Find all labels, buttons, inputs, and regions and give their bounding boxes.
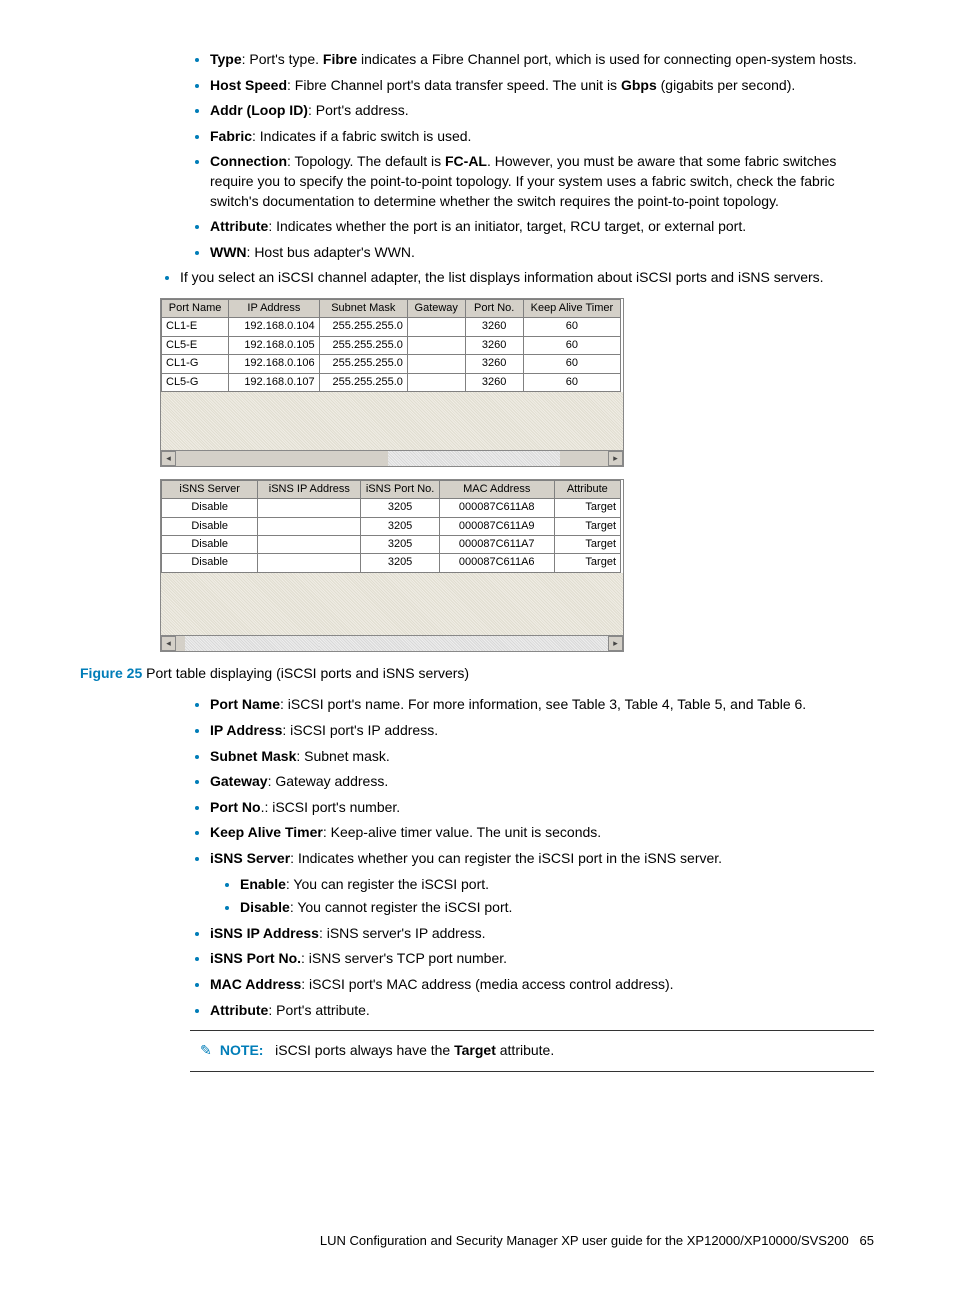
figure-caption: Figure 25 Port table displaying (iSCSI p… — [80, 664, 874, 684]
scroll-right-icon[interactable]: ▸ — [608, 451, 623, 466]
note-rule-top — [190, 1030, 874, 1031]
table-cell: CL1-G — [162, 355, 229, 373]
table-cell: 192.168.0.104 — [229, 318, 319, 336]
table-cell: Disable — [162, 517, 258, 535]
table-cell: Target — [554, 536, 620, 554]
col-header: Keep Alive Timer — [523, 299, 620, 317]
table-cell — [407, 318, 465, 336]
col-header: MAC Address — [439, 480, 554, 498]
table-cell: Disable — [162, 554, 258, 572]
col-header: iSNS IP Address — [258, 480, 361, 498]
table-cell: 000087C611A6 — [439, 554, 554, 572]
col-header: Attribute — [554, 480, 620, 498]
page-footer: LUN Configuration and Security Manager X… — [80, 1232, 874, 1250]
table-cell: 3260 — [465, 355, 523, 373]
table2-empty-area — [161, 573, 623, 635]
table-cell: Target — [554, 517, 620, 535]
table-row: CL5-G192.168.0.107255.255.255.0 326060 — [162, 373, 621, 391]
table-cell — [407, 336, 465, 354]
table-row: Disable 3205000087C611A9Target — [162, 517, 621, 535]
note-block: ✎ NOTE: iSCSI ports always have the Targ… — [220, 1041, 874, 1061]
scroll-left-icon[interactable]: ◂ — [161, 451, 176, 466]
table-cell: CL5-E — [162, 336, 229, 354]
table-cell: 255.255.255.0 — [319, 336, 407, 354]
table-cell: 192.168.0.107 — [229, 373, 319, 391]
iscsi-port-table-box: Port NameIP AddressSubnet MaskGatewayPor… — [160, 298, 624, 467]
table-cell: 3205 — [361, 517, 440, 535]
table1-scrollbar[interactable]: ◂ ▸ — [161, 450, 623, 466]
iscsi-port-table: Port NameIP AddressSubnet MaskGatewayPor… — [161, 299, 621, 392]
table-row: CL1-G192.168.0.106255.255.255.0 326060 — [162, 355, 621, 373]
table-cell: 3205 — [361, 554, 440, 572]
table-cell: CL5-G — [162, 373, 229, 391]
table-row: Disable 3205000087C611A7Target — [162, 536, 621, 554]
table-cell — [407, 355, 465, 373]
scroll-right-icon[interactable]: ▸ — [608, 636, 623, 651]
table-cell: 255.255.255.0 — [319, 318, 407, 336]
table-row: Disable 3205000087C611A6Target — [162, 554, 621, 572]
table2-scrollbar[interactable]: ◂ ▸ — [161, 635, 623, 651]
col-header: IP Address — [229, 299, 319, 317]
table-cell: 000087C611A9 — [439, 517, 554, 535]
table-row: CL5-E192.168.0.105255.255.255.0 326060 — [162, 336, 621, 354]
table-cell: 3260 — [465, 336, 523, 354]
table-cell: Disable — [162, 536, 258, 554]
col-header: iSNS Server — [162, 480, 258, 498]
col-header: iSNS Port No. — [361, 480, 440, 498]
table1-empty-area — [161, 392, 623, 450]
table-cell: 000087C611A7 — [439, 536, 554, 554]
bottom-bullet-list: Port Name: iSCSI port's name. For more i… — [170, 695, 874, 1020]
table-cell: Target — [554, 554, 620, 572]
table-cell — [258, 536, 361, 554]
table-cell: 255.255.255.0 — [319, 355, 407, 373]
table-cell: 60 — [523, 355, 620, 373]
table-cell — [407, 373, 465, 391]
table-cell: 3205 — [361, 536, 440, 554]
top-bullet-list: Type: Port's type. Fibre indicates a Fib… — [170, 50, 874, 262]
table-row: CL1-E192.168.0.104255.255.255.0 326060 — [162, 318, 621, 336]
isns-server-table-box: iSNS ServeriSNS IP AddressiSNS Port No.M… — [160, 479, 624, 652]
table-cell: 3205 — [361, 499, 440, 517]
col-header: Subnet Mask — [319, 299, 407, 317]
table-row: Disable 3205000087C611A8Target — [162, 499, 621, 517]
table-cell: 60 — [523, 373, 620, 391]
table-cell: 3260 — [465, 318, 523, 336]
table-cell: 60 — [523, 318, 620, 336]
table-cell: CL1-E — [162, 318, 229, 336]
table-cell — [258, 554, 361, 572]
table-cell: Target — [554, 499, 620, 517]
table-cell: Disable — [162, 499, 258, 517]
col-header: Port No. — [465, 299, 523, 317]
col-header: Gateway — [407, 299, 465, 317]
table-cell: 3260 — [465, 373, 523, 391]
table-cell — [258, 517, 361, 535]
note-rule-bottom — [190, 1071, 874, 1072]
note-icon: ✎ — [200, 1041, 216, 1061]
outer-bullet: If you select an iSCSI channel adapter, … — [80, 268, 874, 288]
table-cell: 255.255.255.0 — [319, 373, 407, 391]
table-cell — [258, 499, 361, 517]
isns-server-table: iSNS ServeriSNS IP AddressiSNS Port No.M… — [161, 480, 621, 573]
table-cell: 192.168.0.105 — [229, 336, 319, 354]
table-cell: 192.168.0.106 — [229, 355, 319, 373]
scroll-left-icon[interactable]: ◂ — [161, 636, 176, 651]
table-cell: 60 — [523, 336, 620, 354]
table-cell: 000087C611A8 — [439, 499, 554, 517]
col-header: Port Name — [162, 299, 229, 317]
